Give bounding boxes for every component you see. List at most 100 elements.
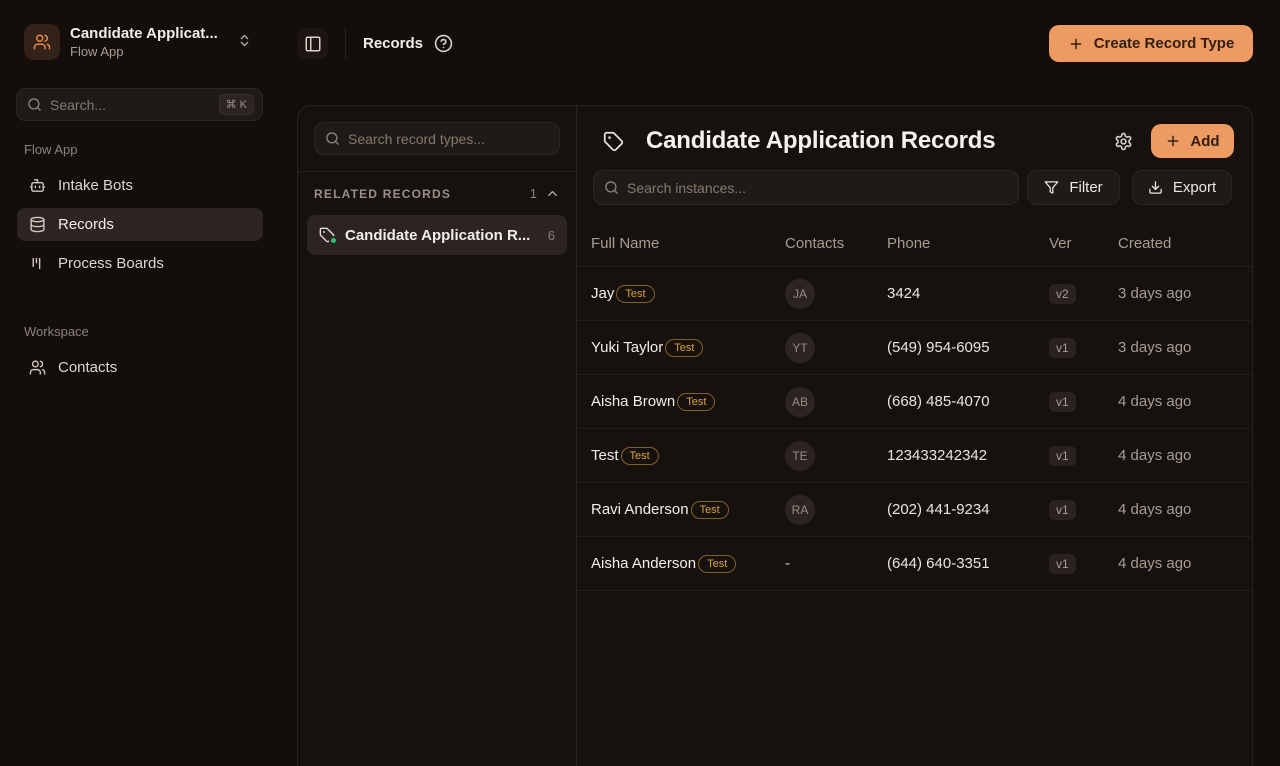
column-header-created: Created bbox=[1118, 235, 1252, 252]
contact-avatar: RA bbox=[785, 495, 815, 525]
record-name: Aisha Anderson bbox=[591, 555, 696, 572]
tag-icon bbox=[319, 227, 335, 243]
chevron-up-icon[interactable] bbox=[545, 186, 560, 201]
records-toolbar: Filter Export bbox=[577, 158, 1252, 205]
records-main-panel: Candidate Application Records Add bbox=[577, 106, 1252, 766]
version-badge: v1 bbox=[1049, 338, 1076, 358]
records-table: Full Name Contacts Phone Ver Created Jay… bbox=[577, 220, 1252, 591]
records-header: Candidate Application Records Add bbox=[577, 106, 1252, 158]
test-badge: Test bbox=[691, 501, 729, 519]
version-badge: v1 bbox=[1049, 554, 1076, 574]
phone-cell: (644) 640-3351 bbox=[887, 555, 1049, 572]
related-records-label: RELATED RECORDS bbox=[314, 187, 451, 201]
created-cell: 4 days ago bbox=[1118, 501, 1252, 518]
users-icon bbox=[33, 33, 51, 51]
sidebar-search[interactable]: ⌘ K bbox=[16, 88, 263, 121]
sidebar-toggle-button[interactable] bbox=[297, 28, 328, 59]
contact-avatar: AB bbox=[785, 387, 815, 417]
sidebar-nav: Flow App Intake Bots Records Process Boa… bbox=[0, 142, 280, 390]
contacts-cell: AB bbox=[785, 387, 887, 417]
search-icon bbox=[604, 180, 619, 195]
contacts-cell: - bbox=[785, 555, 887, 573]
table-row[interactable]: Aisha Brown Test AB (668) 485-4070 v1 4 … bbox=[577, 375, 1252, 429]
table-row[interactable]: Ravi Anderson Test RA (202) 441-9234 v1 … bbox=[577, 483, 1252, 537]
content-card: RELATED RECORDS 1 Candidate Application … bbox=[297, 105, 1253, 766]
contacts-cell: TE bbox=[785, 441, 887, 471]
record-name: Test bbox=[591, 447, 619, 464]
add-record-label: Add bbox=[1190, 133, 1219, 150]
version-badge: v1 bbox=[1049, 500, 1076, 520]
column-header-contacts: Contacts bbox=[785, 235, 887, 252]
export-button[interactable]: Export bbox=[1132, 170, 1232, 205]
page-title: Records bbox=[363, 35, 423, 52]
sidebar-item-intake-bots[interactable]: Intake Bots bbox=[17, 169, 263, 202]
test-badge: Test bbox=[677, 393, 715, 411]
record-types-search-input[interactable] bbox=[348, 131, 551, 147]
version-badge: v2 bbox=[1049, 284, 1076, 304]
table-row[interactable]: Yuki Taylor Test YT (549) 954-6095 v1 3 … bbox=[577, 321, 1252, 375]
version-badge: v1 bbox=[1049, 446, 1076, 466]
instances-search[interactable] bbox=[593, 170, 1019, 205]
column-header-phone: Phone bbox=[887, 235, 1049, 252]
record-types-search[interactable] bbox=[314, 122, 560, 155]
table-row[interactable]: Test Test TE 123433242342 v1 4 days ago bbox=[577, 429, 1252, 483]
sidebar-item-records[interactable]: Records bbox=[17, 208, 263, 241]
record-name: Yuki Taylor bbox=[591, 339, 663, 356]
create-record-type-button[interactable]: Create Record Type bbox=[1049, 25, 1253, 62]
column-header-ver: Ver bbox=[1049, 235, 1118, 252]
contacts-cell: YT bbox=[785, 333, 887, 363]
created-cell: 3 days ago bbox=[1118, 339, 1252, 356]
phone-cell: (202) 441-9234 bbox=[887, 501, 1049, 518]
sidebar-search-input[interactable] bbox=[50, 97, 211, 113]
created-cell: 4 days ago bbox=[1118, 555, 1252, 572]
app-switcher[interactable]: Candidate Applicat... Flow App bbox=[24, 24, 218, 60]
instances-search-input[interactable] bbox=[627, 180, 1010, 196]
table-row[interactable]: Aisha Anderson Test - (644) 640-3351 v1 … bbox=[577, 537, 1252, 591]
search-icon bbox=[27, 97, 42, 112]
add-record-button[interactable]: Add bbox=[1151, 124, 1234, 158]
filter-label: Filter bbox=[1069, 179, 1102, 196]
test-badge: Test bbox=[698, 555, 736, 573]
kanban-icon bbox=[29, 255, 46, 272]
panel-left-icon bbox=[304, 35, 322, 53]
full-name-cell: Test Test bbox=[591, 447, 785, 465]
create-record-type-label: Create Record Type bbox=[1094, 35, 1235, 52]
record-type-item[interactable]: Candidate Application R... 6 bbox=[307, 215, 567, 255]
record-name: Aisha Brown bbox=[591, 393, 675, 410]
sidebar-item-process-boards[interactable]: Process Boards bbox=[17, 247, 263, 280]
sidebar-item-label: Contacts bbox=[58, 359, 117, 376]
tag-icon bbox=[603, 131, 624, 152]
full-name-cell: Aisha Anderson Test bbox=[591, 555, 785, 573]
version-cell: v1 bbox=[1049, 446, 1118, 466]
contacts-cell: JA bbox=[785, 279, 887, 309]
status-dot bbox=[329, 236, 338, 245]
created-cell: 3 days ago bbox=[1118, 285, 1252, 302]
contact-avatar: JA bbox=[785, 279, 815, 309]
search-icon bbox=[325, 131, 340, 146]
gear-icon[interactable] bbox=[1114, 132, 1133, 151]
related-records-count: 1 bbox=[530, 186, 537, 201]
sidebar-item-label: Records bbox=[58, 216, 114, 233]
phone-cell: 123433242342 bbox=[887, 447, 1049, 464]
version-badge: v1 bbox=[1049, 392, 1076, 412]
funnel-icon bbox=[1044, 180, 1059, 195]
records-title: Candidate Application Records bbox=[646, 127, 995, 155]
version-cell: v2 bbox=[1049, 284, 1118, 304]
plus-icon bbox=[1068, 36, 1084, 52]
related-records-header[interactable]: RELATED RECORDS 1 bbox=[298, 172, 576, 211]
users-icon bbox=[29, 359, 46, 376]
full-name-cell: Ravi Anderson Test bbox=[591, 501, 785, 519]
table-row[interactable]: Jay Test JA 3424 v2 3 days ago bbox=[577, 267, 1252, 321]
phone-cell: (549) 954-6095 bbox=[887, 339, 1049, 356]
version-cell: v1 bbox=[1049, 554, 1118, 574]
plus-icon bbox=[1165, 133, 1181, 149]
sidebar-item-contacts[interactable]: Contacts bbox=[17, 351, 263, 384]
app-logo bbox=[24, 24, 60, 60]
contact-avatar: TE bbox=[785, 441, 815, 471]
nav-section-workspace: Workspace bbox=[24, 324, 280, 339]
filter-button[interactable]: Filter bbox=[1027, 170, 1120, 205]
record-name: Ravi Anderson bbox=[591, 501, 689, 518]
chevrons-up-down-icon bbox=[237, 33, 252, 48]
help-circle-icon[interactable] bbox=[434, 34, 453, 53]
contact-avatar: YT bbox=[785, 333, 815, 363]
